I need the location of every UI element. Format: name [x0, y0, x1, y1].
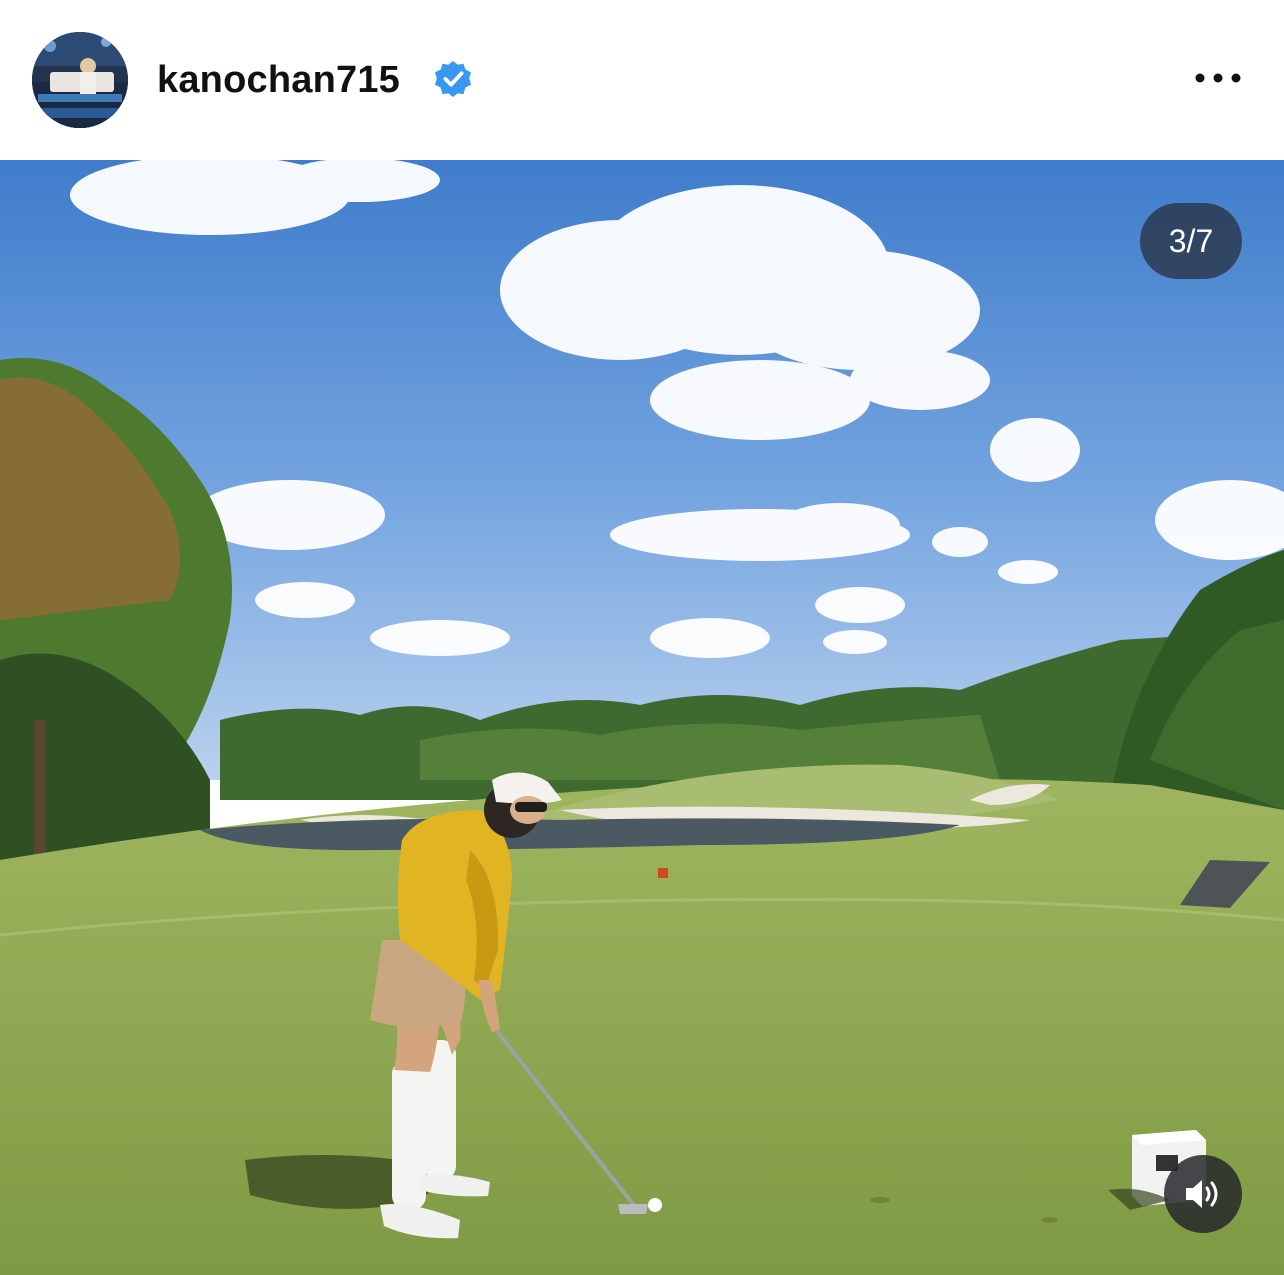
media-counter: 3/7 [1140, 203, 1242, 279]
avatar-image [32, 32, 128, 128]
profile-avatar[interactable] [32, 32, 128, 128]
golf-course-photo [0, 160, 1284, 1275]
verified-badge-icon [434, 60, 472, 98]
username[interactable]: kanochan715 [157, 52, 400, 108]
post-media[interactable] [0, 160, 1284, 1275]
volume-on-icon[interactable] [1164, 1155, 1242, 1233]
post-header: kanochan715 [0, 0, 1284, 160]
more-options-icon[interactable] [1188, 58, 1248, 98]
